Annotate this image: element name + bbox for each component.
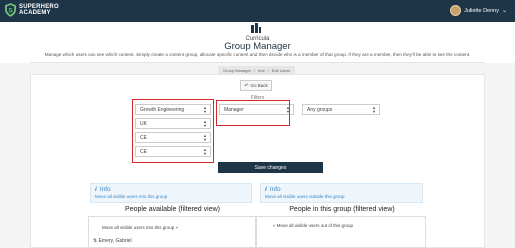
- highlight-box-role-filter: [216, 100, 290, 126]
- move-all-into-label: Move all visible users into this group: [102, 225, 175, 230]
- breadcrumb-separator: /: [254, 67, 256, 73]
- info-icon: i: [95, 186, 97, 193]
- avatar[interactable]: [450, 5, 462, 16]
- move-all-into-row[interactable]: Move all visible users into this group »: [102, 225, 178, 230]
- svg-text:S: S: [8, 7, 13, 14]
- arrow-right-icon: »: [175, 225, 179, 230]
- page-title: Group Manager: [224, 41, 291, 52]
- breadcrumb-group-manager[interactable]: Group Manager: [223, 68, 251, 73]
- shield-logo-icon: S: [5, 3, 16, 17]
- logo-text: SUPERHERO ACADEMY: [19, 4, 59, 17]
- go-back-label: Go Back: [250, 83, 268, 88]
- people-in-group-list: [256, 216, 426, 248]
- info-title: i Info: [95, 186, 247, 193]
- people-available-heading: People available (filtered view): [125, 206, 220, 213]
- breadcrumb-edit-users: Edit Users: [271, 67, 291, 73]
- superhero-academy-logo[interactable]: S SUPERHERO ACADEMY: [5, 3, 59, 17]
- user-menu[interactable]: Juliette Denny ⌄: [450, 5, 507, 16]
- info-title: i Info: [265, 186, 418, 193]
- filter-groups-value: Any groups: [307, 106, 333, 113]
- breadcrumb-test[interactable]: test: [258, 68, 264, 73]
- top-navigation-bar: S SUPERHERO ACADEMY Juliette Denny ⌄: [0, 0, 515, 22]
- user-name-label: Emery, Gabriel: [98, 238, 132, 244]
- user-name[interactable]: Juliette Denny: [464, 8, 499, 14]
- info-icon: i: [265, 186, 267, 193]
- breadcrumb: Group Manager / test / Edit Users: [218, 66, 296, 74]
- move-all-outside-link[interactable]: Move all visible users outside this grou…: [265, 194, 418, 199]
- go-back-button[interactable]: ↶ Go Back: [240, 80, 272, 91]
- save-changes-button[interactable]: Save changes: [218, 162, 323, 173]
- people-in-group-heading: People in this group (filtered view): [289, 206, 395, 213]
- select-arrows-icon: ▲ ▼: [372, 105, 376, 114]
- chevron-down-icon[interactable]: ⌄: [502, 7, 507, 14]
- info-title-text: Info: [99, 186, 111, 193]
- highlight-box-left-filters: [132, 99, 214, 163]
- info-title-text: Info: [269, 186, 281, 193]
- breadcrumb-separator: /: [267, 67, 269, 73]
- list-item[interactable]: ⇅ Emery, Gabriel: [93, 238, 132, 244]
- move-all-out-row[interactable]: « Move all visible users out of this gro…: [273, 223, 353, 228]
- move-all-into-link[interactable]: Move all visible users into this group: [95, 194, 247, 199]
- page-description: Manage which users can see which content…: [44, 52, 471, 57]
- move-all-out-label: Move all visible users out of this group: [276, 223, 354, 228]
- arrow-left-icon: ↶: [244, 82, 249, 89]
- curricula-icon: [251, 23, 261, 33]
- info-box-in-group: i Info Move all visible users outside thi…: [260, 183, 423, 203]
- logo-line-2: ACADEMY: [19, 10, 51, 16]
- info-box-available: i Info Move all visible users into this g…: [90, 183, 252, 203]
- filter-groups-select[interactable]: Any groups ▲ ▼: [302, 104, 380, 115]
